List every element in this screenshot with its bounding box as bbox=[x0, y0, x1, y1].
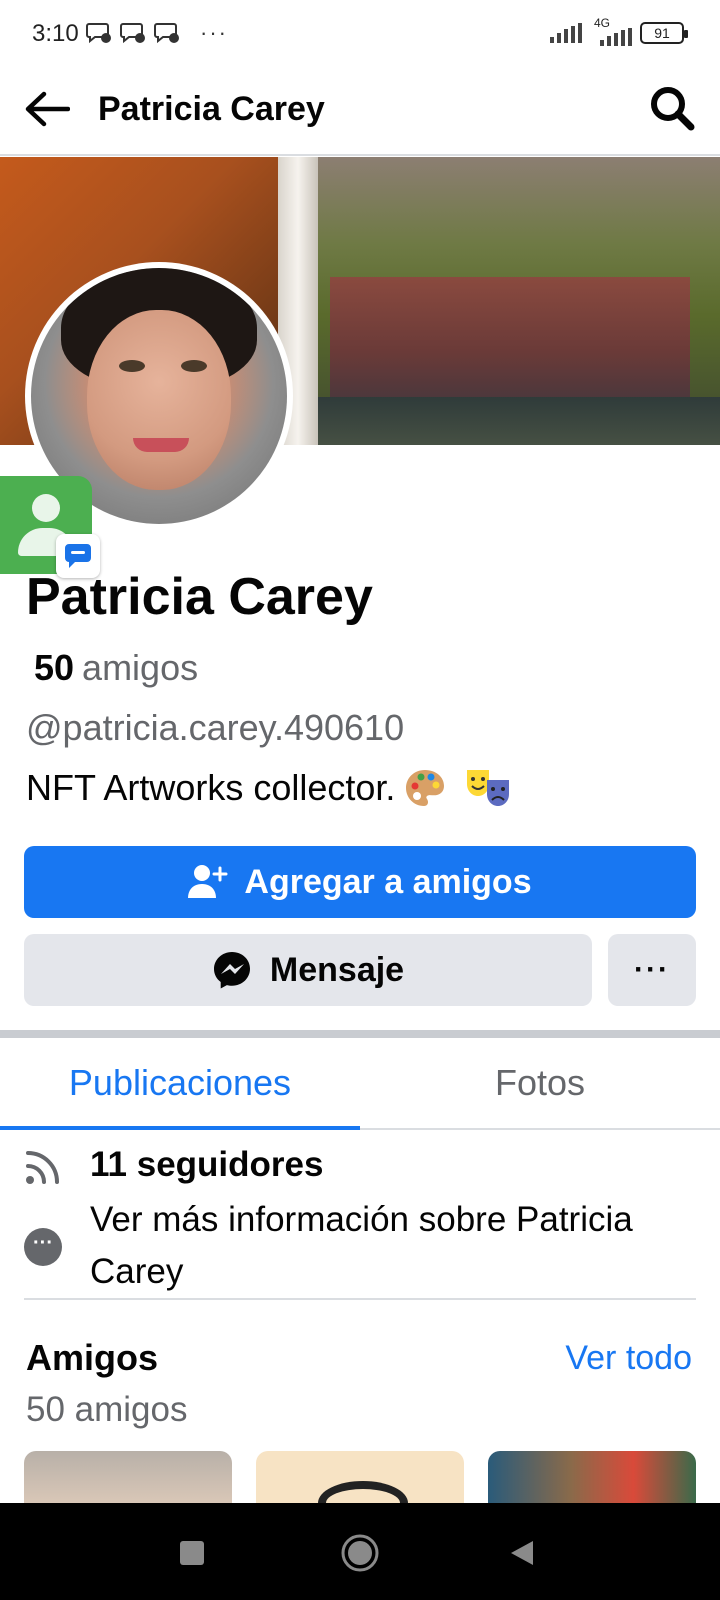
section-divider bbox=[0, 1030, 720, 1038]
artist-palette-icon bbox=[406, 770, 445, 806]
more-info-row[interactable]: ··· Ver más información sobre Patricia C… bbox=[24, 1194, 696, 1298]
recents-button[interactable] bbox=[166, 1527, 218, 1579]
status-notifications: ··· bbox=[86, 20, 228, 46]
friends-section-title: Amigos bbox=[26, 1337, 159, 1378]
more-info-text: Ver más información sobre Patricia Carey bbox=[90, 1200, 633, 1291]
status-right: 4G 91 bbox=[550, 16, 688, 46]
friend-card[interactable] bbox=[24, 1451, 232, 1503]
add-user-icon bbox=[188, 865, 228, 898]
contact-head-shape bbox=[32, 494, 60, 522]
system-nav-bar bbox=[0, 1503, 720, 1600]
more-options-icon: ··· bbox=[634, 953, 670, 986]
rss-followers-icon bbox=[26, 1151, 59, 1184]
avatar-mouth bbox=[133, 438, 189, 452]
profile-tabs: Publicaciones Fotos bbox=[0, 1038, 720, 1130]
signal-4g-icon: 4G bbox=[590, 16, 632, 46]
search-button[interactable] bbox=[644, 80, 700, 136]
performing-arts-icon bbox=[467, 770, 510, 806]
profile-username: @patricia.carey.490610 bbox=[26, 707, 405, 748]
chat-notification-icon bbox=[154, 23, 179, 44]
chat-notification-icon bbox=[120, 23, 145, 44]
more-notifications-icon: ··· bbox=[200, 20, 228, 45]
add-friend-button[interactable]: Agregar a amigos bbox=[24, 846, 696, 918]
message-label: Mensaje bbox=[269, 950, 405, 989]
battery-icon: 91 bbox=[640, 22, 688, 44]
see-all-friends-link[interactable]: Ver todo bbox=[565, 1334, 692, 1382]
friends-count-word: amigos bbox=[82, 647, 199, 688]
friends-count-line[interactable]: 50 amigos bbox=[34, 644, 198, 692]
profile-bio: NFT Artworks collector. bbox=[26, 762, 513, 814]
profile-name: Patricia Carey bbox=[26, 568, 373, 626]
followers-count: 11 seguidores bbox=[90, 1145, 324, 1184]
signal-icon bbox=[550, 23, 582, 43]
tab-posts[interactable]: Publicaciones bbox=[0, 1038, 360, 1130]
friends-section-count: 50 amigos bbox=[26, 1390, 188, 1429]
triangle-back-icon bbox=[511, 1541, 533, 1565]
back-button[interactable] bbox=[22, 84, 72, 134]
message-button[interactable]: Mensaje bbox=[24, 934, 592, 1006]
header-title: Patricia Carey bbox=[98, 90, 325, 128]
battery-level: 91 bbox=[654, 25, 670, 41]
app-header: Patricia Carey bbox=[0, 70, 720, 156]
status-bar: 3:10 ··· 4G 91 bbox=[0, 0, 720, 70]
square-icon bbox=[180, 1541, 204, 1565]
more-info-icon: ··· bbox=[24, 1228, 62, 1266]
more-options-button[interactable]: ··· bbox=[608, 934, 696, 1006]
messenger-icon bbox=[213, 952, 250, 989]
followers-row[interactable]: 11 seguidores bbox=[24, 1140, 696, 1192]
search-icon bbox=[651, 87, 695, 131]
friends-count-number: 50 bbox=[34, 647, 75, 688]
friend-card[interactable] bbox=[256, 1451, 464, 1503]
tab-photos-label: Fotos bbox=[494, 1062, 586, 1103]
info-divider bbox=[24, 1298, 696, 1300]
cover-river bbox=[318, 397, 720, 445]
avatar-eye-right bbox=[181, 360, 207, 372]
add-friend-label: Agregar a amigos bbox=[244, 862, 532, 901]
arrow-left-icon bbox=[25, 91, 70, 127]
home-button[interactable] bbox=[334, 1527, 386, 1579]
bio-text: NFT Artworks collector. bbox=[26, 767, 396, 808]
tab-posts-label: Publicaciones bbox=[68, 1062, 292, 1103]
friend-card[interactable] bbox=[488, 1451, 696, 1503]
back-nav-button[interactable] bbox=[496, 1527, 548, 1579]
circle-icon bbox=[341, 1534, 379, 1572]
friend-avatar-mark bbox=[318, 1481, 408, 1503]
chat-notification-icon bbox=[86, 23, 111, 44]
tab-photos[interactable]: Fotos bbox=[360, 1038, 720, 1128]
avatar-eye-left bbox=[119, 360, 145, 372]
status-time: 3:10 bbox=[32, 20, 79, 47]
avatar-face bbox=[87, 310, 231, 490]
